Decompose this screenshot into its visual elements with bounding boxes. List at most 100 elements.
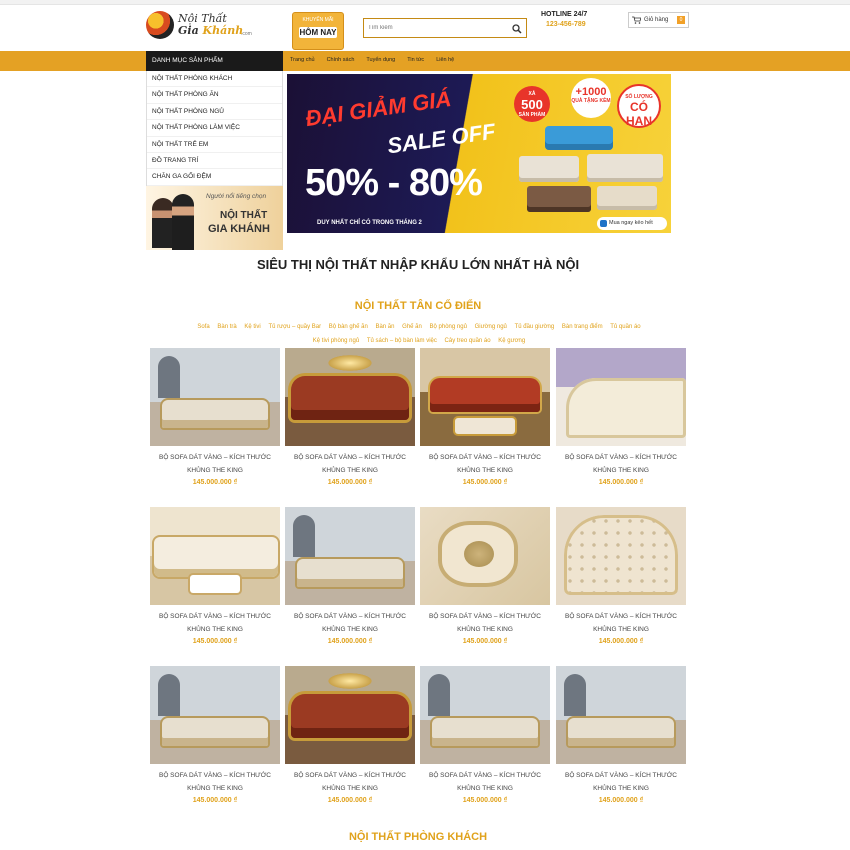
category-item-kids[interactable]: NỘI THẤT TRẺ EM [147,137,282,153]
section-title-living-room[interactable]: NỘI THẤT PHÒNG KHÁCH [0,831,836,843]
product-name[interactable]: BỘ SOFA DÁT VÀNG – KÍCH THƯỚC KHỦNG THE … [556,610,686,636]
product-card[interactable]: BỘ SOFA DÁT VÀNG – KÍCH THƯỚC KHỦNG THE … [556,666,686,804]
product-name[interactable]: BỘ SOFA DÁT VÀNG – KÍCH THƯỚC KHỦNG THE … [420,451,550,477]
subcategory-row-2: Kệ tivi phòng ngủ Tủ sách – bộ bàn làm v… [148,334,690,348]
logo-line2b: Khánh [202,24,244,37]
subcat-link[interactable]: Tủ quần áo [610,324,640,330]
subcat-link[interactable]: Ghế ăn [402,324,422,330]
product-image[interactable] [420,666,550,764]
furniture-image-3 [527,186,591,212]
hotline-label: HOTLINE 24/7 [541,11,588,18]
category-list: NỘI THẤT PHÒNG KHÁCH NỘI THẤT PHÒNG ĂN N… [146,71,283,186]
product-card[interactable]: BỘ SOFA DÁT VÀNG – KÍCH THƯỚC KHỦNG THE … [420,507,550,645]
product-price: 145.000.000 ₫ [192,797,238,804]
product-name[interactable]: BỘ SOFA DÁT VÀNG – KÍCH THƯỚC KHỦNG THE … [150,610,280,636]
search-input[interactable] [368,22,506,34]
category-item-bedroom[interactable]: NỘI THẤT PHÒNG NGỦ [147,104,282,121]
product-image[interactable] [285,666,415,764]
subcat-link[interactable]: Giường ngủ [475,324,507,330]
nav-item-contact[interactable]: Liên hệ [436,51,454,71]
subcat-link[interactable]: Kệ gương [498,338,525,344]
person-figure-2 [172,194,194,250]
product-card[interactable]: BỘ SOFA DÁT VÀNG – KÍCH THƯỚC KHỦNG THE … [420,666,550,804]
site-header: Nội Thất Gia Khánh .com KHUYẾN MÃI HÔM N… [0,5,850,50]
banner-tagline: Người nổi tiếng chọn [206,193,267,200]
subcat-link[interactable]: Bàn ăn [375,324,394,330]
category-item-living-room[interactable]: NỘI THẤT PHÒNG KHÁCH [147,71,282,88]
product-name[interactable]: BỘ SOFA DÁT VÀNG – KÍCH THƯỚC KHỦNG THE … [150,769,280,795]
product-price: 145.000.000 ₫ [462,797,508,804]
product-price: 145.000.000 ₫ [327,797,373,804]
product-image[interactable] [285,348,415,446]
subcat-link[interactable]: Kệ tivi [244,324,260,330]
promo-today-button[interactable]: KHUYẾN MÃI HÔM NAY [292,12,344,50]
product-image[interactable] [285,507,415,605]
slider-discount: 50% - 80% [305,162,483,204]
product-name[interactable]: BỘ SOFA DÁT VÀNG – KÍCH THƯỚC KHỦNG THE … [285,769,415,795]
hotline: HOTLINE 24/7 123-456-789 [541,11,611,28]
product-image[interactable] [556,666,686,764]
product-name[interactable]: BỘ SOFA DÁT VÀNG – KÍCH THƯỚC KHỦNG THE … [556,451,686,477]
product-name[interactable]: BỘ SOFA DÁT VÀNG – KÍCH THƯỚC KHỦNG THE … [150,451,280,477]
product-name[interactable]: BỘ SOFA DÁT VÀNG – KÍCH THƯỚC KHỦNG THE … [420,769,550,795]
promo-top-label: KHUYẾN MÃI [302,17,334,23]
category-item-bedding[interactable]: CHĂN GA GỐI ĐỆM [147,169,282,186]
category-item-decor[interactable]: ĐỒ TRANG TRÍ [147,153,282,170]
product-image[interactable] [420,348,550,446]
badge-limited: SỐ LƯỢNG CÓ HẠN [617,84,661,128]
banner-brand1: NỘI THẤT [220,210,268,221]
product-card[interactable]: BỘ SOFA DÁT VÀNG – KÍCH THƯỚC KHỦNG THE … [285,507,415,645]
category-item-dining-room[interactable]: NỘI THẤT PHÒNG ĂN [147,87,282,104]
nav-item-careers[interactable]: Tuyển dụng [366,51,395,71]
section-title-neoclassical[interactable]: NỘI THẤT TÂN CỔ ĐIỂN [0,300,836,312]
product-image[interactable] [556,507,686,605]
hero-slider[interactable]: ĐẠI GIẢM GIÁ SALE OFF 50% - 80% DUY NHẤT… [287,74,671,233]
product-image[interactable] [556,348,686,446]
product-name[interactable]: BỘ SOFA DÁT VÀNG – KÍCH THƯỚC KHỦNG THE … [285,451,415,477]
nav-item-home[interactable]: Trang chủ [290,51,315,71]
subcat-link[interactable]: Bàn trang điểm [562,324,603,330]
category-item-office[interactable]: NỘI THẤT PHÒNG LÀM VIỆC [147,120,282,137]
product-card[interactable]: BỘ SOFA DÁT VÀNG – KÍCH THƯỚC KHỦNG THE … [556,507,686,645]
nav-item-policy[interactable]: Chính sách [327,51,355,71]
cart-button[interactable]: Giỏ hàng 0 [628,12,689,28]
subcat-link[interactable]: Bàn trà [217,324,236,330]
subcat-link[interactable]: Bộ bàn ghế ăn [329,324,368,330]
product-price: 145.000.000 ₫ [462,479,508,486]
product-card[interactable]: BỘ SOFA DÁT VÀNG – KÍCH THƯỚC KHỦNG THE … [150,507,280,645]
product-image[interactable] [150,507,280,605]
page-main-title: SIÊU THỊ NỘI THẤT NHẬP KHẨU LỚN NHẤT HÀ … [256,257,580,272]
subcat-link[interactable]: Bộ phòng ngủ [430,324,467,330]
product-card[interactable]: BỘ SOFA DÁT VÀNG – KÍCH THƯỚC KHỦNG THE … [150,666,280,804]
product-card[interactable]: BỘ SOFA DÁT VÀNG – KÍCH THƯỚC KHỦNG THE … [285,348,415,486]
slider-cta-button[interactable]: Mua ngay kẻo hết [597,217,667,230]
subcat-link[interactable]: Sofa [197,324,209,330]
category-menu-header[interactable]: DANH MỤC SẢN PHẨM [146,51,283,71]
product-card[interactable]: BỘ SOFA DÁT VÀNG – KÍCH THƯỚC KHỦNG THE … [556,348,686,486]
product-card[interactable]: BỘ SOFA DÁT VÀNG – KÍCH THƯỚC KHỦNG THE … [420,348,550,486]
search-box [363,18,527,38]
subcat-link[interactable]: Tủ rượu – quầy Bar [268,324,321,330]
product-card[interactable]: BỘ SOFA DÁT VÀNG – KÍCH THƯỚC KHỦNG THE … [285,666,415,804]
site-logo[interactable]: Nội Thất Gia Khánh .com [146,11,266,43]
subcat-link[interactable]: Kệ tivi phòng ngủ [313,338,359,344]
promo-main-label: HÔM NAY [299,27,337,38]
subcat-link[interactable]: Tủ đầu giường [515,324,555,330]
nav-item-news[interactable]: Tin tức [407,51,424,71]
product-image[interactable] [150,348,280,446]
product-card[interactable]: BỘ SOFA DÁT VÀNG – KÍCH THƯỚC KHỦNG THE … [150,348,280,486]
badge2-bottom: QUÀ TẶNG KÈM [571,98,611,104]
product-name[interactable]: BỘ SOFA DÁT VÀNG – KÍCH THƯỚC KHỦNG THE … [420,610,550,636]
product-name[interactable]: BỘ SOFA DÁT VÀNG – KÍCH THƯỚC KHỦNG THE … [556,769,686,795]
product-price: 145.000.000 ₫ [598,797,644,804]
subcat-link[interactable]: Tủ sách – bộ bàn làm việc [367,338,437,344]
product-name[interactable]: BỘ SOFA DÁT VÀNG – KÍCH THƯỚC KHỦNG THE … [285,610,415,636]
search-button[interactable] [511,22,523,34]
badge-500-products: XẢ 500 SẢN PHẨM [514,86,550,122]
hotline-number[interactable]: 123-456-789 [546,21,611,28]
product-price: 145.000.000 ₫ [192,479,238,486]
product-image[interactable] [420,507,550,605]
subcat-link[interactable]: Cây treo quần áo [445,338,491,344]
celebrity-banner[interactable]: Người nổi tiếng chọn NỘI THẤT GIA KHÁNH [146,186,283,250]
product-image[interactable] [150,666,280,764]
